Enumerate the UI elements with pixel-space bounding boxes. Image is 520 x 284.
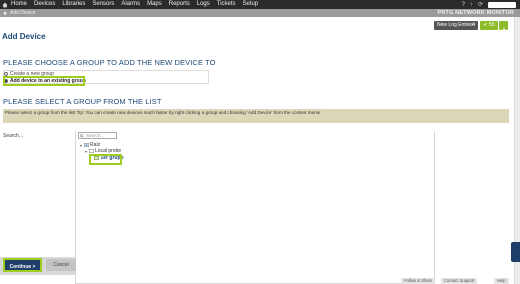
search-icon bbox=[80, 134, 84, 138]
brand-logo: PRTG NETWORK MONITOR bbox=[437, 10, 514, 16]
nav-sensors[interactable]: Sensors bbox=[92, 0, 114, 9]
nav-devices[interactable]: Devices bbox=[34, 0, 55, 9]
nav-right-tools: ? ↑ ⟳ bbox=[462, 1, 516, 8]
refresh-icon[interactable]: ⟳ bbox=[478, 1, 483, 8]
root-node-icon bbox=[83, 143, 89, 147]
nav-home[interactable]: Home bbox=[11, 0, 27, 9]
cancel-button[interactable]: Cancel bbox=[46, 259, 76, 271]
help-icon[interactable]: ? bbox=[462, 2, 465, 8]
gear-icon bbox=[500, 26, 507, 33]
settings-button[interactable] bbox=[499, 21, 508, 33]
highlight-group-node bbox=[89, 154, 122, 165]
contact-support-button[interactable]: Contact Support bbox=[441, 278, 478, 284]
tree-search-input[interactable]: Search... bbox=[78, 132, 117, 139]
home-icon[interactable] bbox=[2, 2, 8, 8]
breadcrumb-home-icon[interactable] bbox=[3, 10, 7, 15]
tip-box: Please select a group from the list! Tip… bbox=[3, 109, 509, 123]
collapse-arrow-icon[interactable]: ▾ bbox=[85, 149, 87, 154]
section-choose-group-heading: PLEASE CHOOSE A GROUP TO ADD THE NEW DEV… bbox=[3, 58, 216, 67]
top-nav-bar: Home Devices Libraries Sensors Alarms Ma… bbox=[0, 0, 520, 9]
nav-setup[interactable]: Setup bbox=[243, 0, 259, 9]
collapse-arrow-icon[interactable]: ▾ bbox=[80, 143, 82, 148]
global-search-input[interactable] bbox=[488, 1, 516, 8]
status-button[interactable]: ✔ 55 bbox=[480, 21, 498, 30]
highlight-existing-group-option bbox=[3, 76, 85, 86]
new-log-entries-button[interactable]: New Log Entries 4 bbox=[434, 21, 478, 30]
log-count-badge: 4 bbox=[472, 22, 475, 28]
nav-alarms[interactable]: Alarms bbox=[121, 0, 140, 9]
help-button[interactable]: Help bbox=[494, 278, 509, 284]
tree-search-placeholder: Search... bbox=[86, 133, 105, 138]
nav-logs[interactable]: Logs bbox=[197, 0, 210, 9]
continue-button[interactable]: Continue > bbox=[3, 258, 42, 272]
breadcrumb: Add Device PRTG NETWORK MONITOR bbox=[0, 9, 520, 17]
group-tree-panel bbox=[75, 131, 435, 284]
follow-share-button[interactable]: Follow & Share bbox=[401, 278, 436, 284]
nav-reports[interactable]: Reports bbox=[169, 0, 190, 9]
nav-libraries[interactable]: Libraries bbox=[62, 0, 85, 9]
upload-icon[interactable]: ↑ bbox=[470, 2, 473, 8]
breadcrumb-item[interactable]: Add Device bbox=[10, 10, 36, 16]
log-button-label: New Log Entries bbox=[437, 22, 474, 28]
section-select-group-heading: PLEASE SELECT A GROUP FROM THE LIST bbox=[3, 97, 162, 106]
nav-maps[interactable]: Maps bbox=[147, 0, 162, 9]
probe-icon bbox=[88, 149, 94, 153]
side-panel-tab[interactable] bbox=[511, 242, 520, 262]
page-title: Add Device bbox=[2, 32, 46, 41]
search-label: Search... bbox=[3, 133, 24, 139]
nav-tickets[interactable]: Tickets bbox=[217, 0, 236, 9]
